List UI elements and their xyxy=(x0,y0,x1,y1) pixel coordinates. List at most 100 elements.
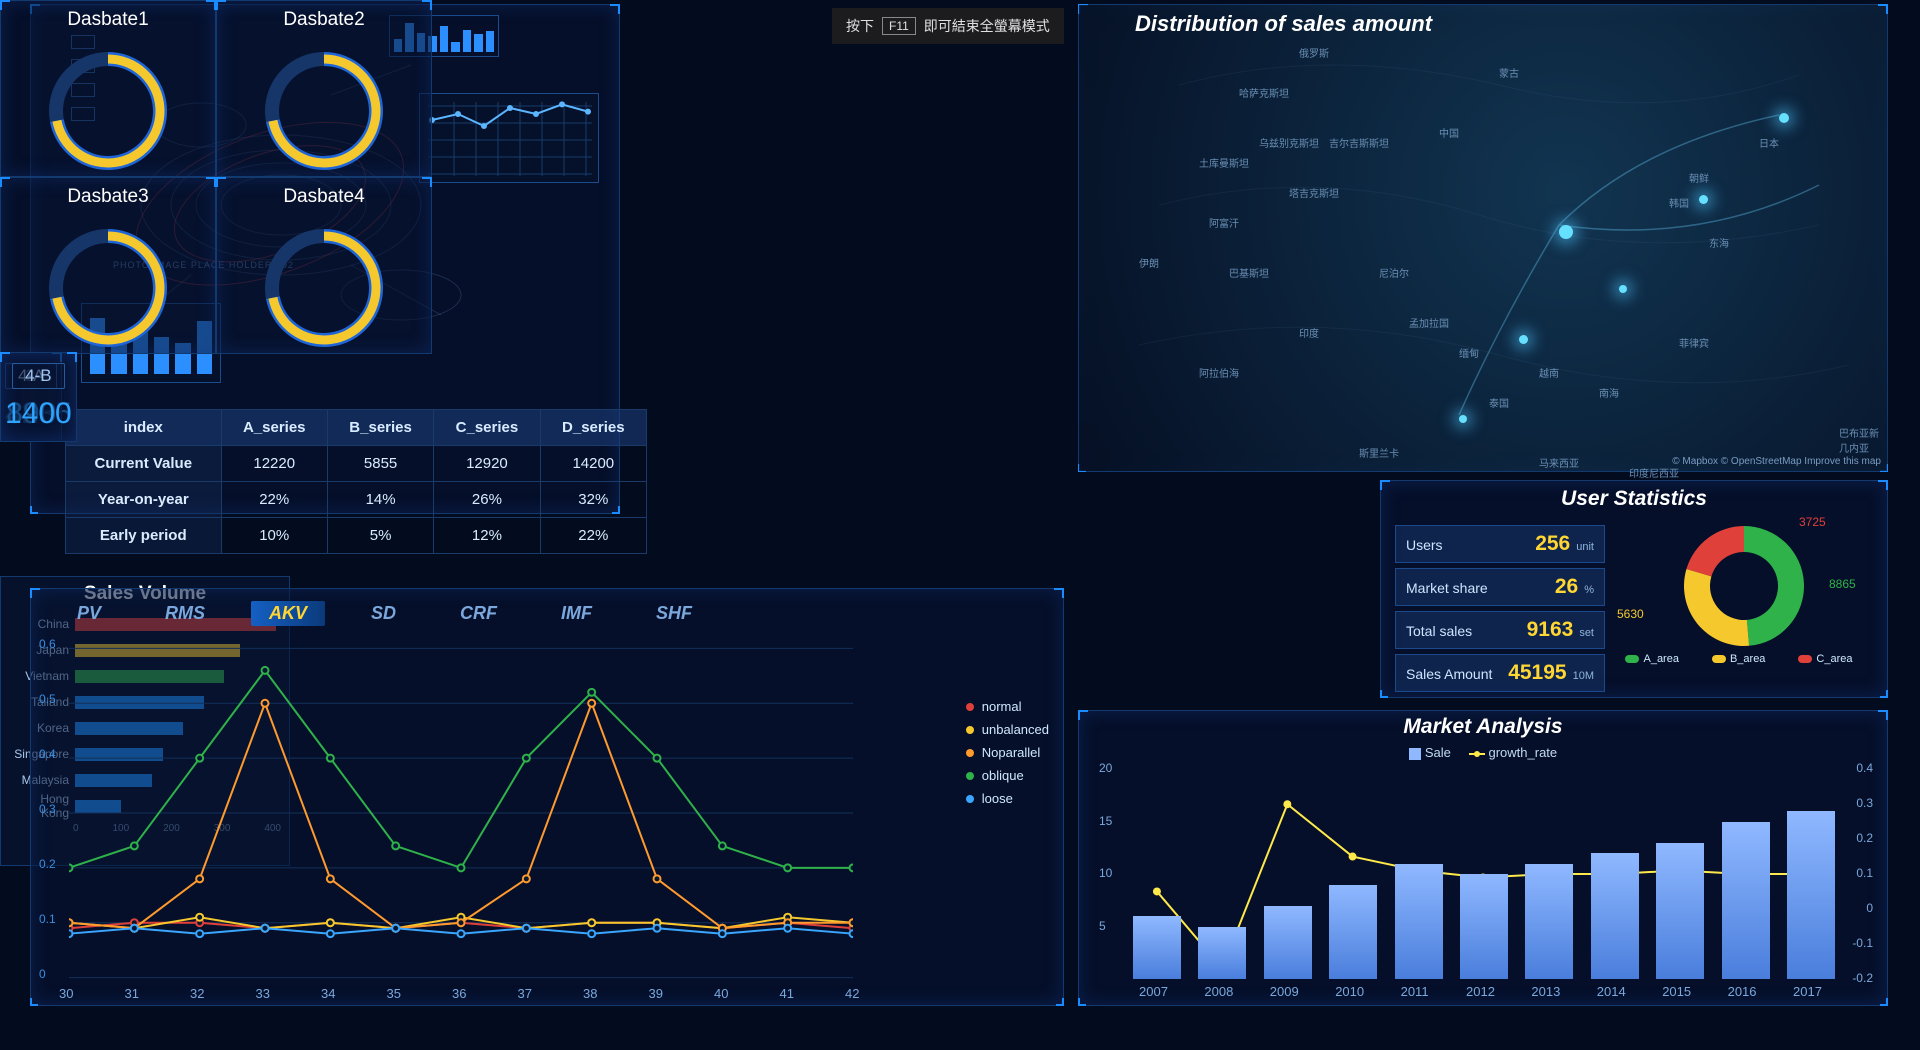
market-bar xyxy=(1198,927,1246,980)
map-region-label: 韩国 xyxy=(1669,195,1689,210)
map-region-label: 蒙古 xyxy=(1499,65,1519,80)
legend-item: unbalanced xyxy=(966,722,1049,737)
map-region-label: 俄罗斯 xyxy=(1299,45,1329,60)
map-region-label: 东海 xyxy=(1709,235,1729,250)
stat-unit: 10M xyxy=(1573,670,1594,682)
tip-pre: 按下 xyxy=(846,16,874,36)
stat-value: 45195 xyxy=(1508,661,1566,685)
stat-unit: % xyxy=(1584,584,1594,596)
col-header: C_series xyxy=(434,410,540,446)
f11-key: F11 xyxy=(882,17,916,35)
map-region-label: 斯里兰卡 xyxy=(1359,445,1399,460)
col-header: A_series xyxy=(221,410,327,446)
gauge-2: Dasbate2 xyxy=(216,0,432,177)
gauge-title: Dasbate2 xyxy=(217,9,431,31)
map-region-label: 中国 xyxy=(1439,125,1459,140)
tab-rms[interactable]: RMS xyxy=(147,601,223,626)
stat-label: Users xyxy=(1406,537,1535,553)
market-analysis-panel: Market Analysis Sale growth_rate 2007200… xyxy=(1078,710,1888,1006)
donut-legend-item: B_area xyxy=(1712,653,1765,665)
legend-growth: growth_rate xyxy=(1489,745,1558,760)
table-row: Current Value1222058551292014200 xyxy=(66,446,647,482)
map-region-label: 巴基斯坦 xyxy=(1229,265,1269,280)
tab-sd[interactable]: SD xyxy=(353,601,414,626)
legend-sale: Sale xyxy=(1425,745,1451,760)
map-region-label: 孟加拉国 xyxy=(1409,315,1449,330)
market-bar xyxy=(1460,874,1508,979)
gauge-1: Dasbate1 xyxy=(0,0,216,177)
map-panel[interactable]: Distribution of sales amount © Mapbox © … xyxy=(1078,4,1888,472)
map-region-label: 乌兹别克斯坦 xyxy=(1259,135,1319,150)
chart-tabs: PV RMS AKV SD CRF IMF SHF xyxy=(31,589,1063,638)
legend-item: normal xyxy=(966,699,1049,714)
map-canvas[interactable] xyxy=(1079,5,1887,471)
market-title: Market Analysis xyxy=(1079,711,1887,743)
tab-shf[interactable]: SHF xyxy=(638,601,710,626)
gauge-grid: Dasbate1 Dasbate2 Dasbate3 Dasbate4 xyxy=(0,0,432,352)
fullscreen-exit-tip: 按下 F11 即可結束全螢幕模式 xyxy=(832,8,1064,44)
map-region-label: 塔吉克斯坦 xyxy=(1289,185,1339,200)
kpi-label: 4-B xyxy=(12,363,64,389)
tab-crf[interactable]: CRF xyxy=(442,601,515,626)
gauge-title: Dasbate3 xyxy=(1,186,215,208)
map-region-label: 朝鲜 xyxy=(1689,170,1709,185)
market-bar xyxy=(1133,916,1181,979)
tab-imf[interactable]: IMF xyxy=(543,601,610,626)
donut-legend-item: A_area xyxy=(1625,653,1678,665)
market-bar xyxy=(1329,885,1377,980)
map-attribution: © Mapbox © OpenStreetMap Improve this ma… xyxy=(1672,456,1881,467)
gauge-title: Dasbate4 xyxy=(217,186,431,208)
map-region-label: 吉尔吉斯斯坦 xyxy=(1329,135,1389,150)
col-header: D_series xyxy=(540,410,646,446)
gauge-4: Dasbate4 xyxy=(216,177,432,354)
market-bar xyxy=(1591,853,1639,979)
market-bar xyxy=(1722,822,1770,980)
map-title: Distribution of sales amount xyxy=(1135,11,1432,37)
multi-line-legend: normal unbalanced Noparallel oblique loose xyxy=(966,699,1049,814)
map-region-label: 菲律宾 xyxy=(1679,335,1709,350)
map-region-label: 日本 xyxy=(1759,135,1779,150)
legend-item: oblique xyxy=(966,768,1049,783)
map-region-label: 巴布亚新几内亚 xyxy=(1839,425,1887,455)
donut-legend-item: C_area xyxy=(1798,653,1852,665)
gauge-title: Dasbate1 xyxy=(1,9,215,31)
map-region-label: 阿富汗 xyxy=(1209,215,1239,230)
stat-row: Users256 unit xyxy=(1395,525,1605,563)
map-region-label: 阿拉伯海 xyxy=(1199,365,1239,380)
mini-line-chart xyxy=(419,93,599,183)
market-chart: 2007200820092010201120122013201420152016… xyxy=(1133,769,1833,979)
stat-value: 256 xyxy=(1535,532,1570,556)
stat-row: Total sales9163 set xyxy=(1395,611,1605,649)
kpi-value: 1400 xyxy=(5,397,72,431)
map-region-label: 马来西亚 xyxy=(1539,455,1579,470)
stat-unit: unit xyxy=(1576,541,1594,553)
market-bar xyxy=(1656,843,1704,980)
market-bar xyxy=(1264,906,1312,980)
map-region-label: 伊朗 xyxy=(1139,255,1159,270)
map-region-label: 印度尼西亚 xyxy=(1629,465,1679,480)
kpi-4-B: 4-B 1400 xyxy=(0,352,77,442)
legend-item: Noparallel xyxy=(966,745,1049,760)
market-bar xyxy=(1525,864,1573,980)
legend-item: loose xyxy=(966,791,1049,806)
stat-label: Sales Amount xyxy=(1406,666,1508,682)
user-stats-donut: 886556303725 A_areaB_areaC_area xyxy=(1609,517,1869,667)
tab-pv[interactable]: PV xyxy=(59,601,119,626)
stat-unit: set xyxy=(1579,627,1594,639)
stat-label: Market share xyxy=(1406,580,1555,596)
tip-post: 即可結束全螢幕模式 xyxy=(924,16,1050,36)
table-row: Year-on-year22%14%26%32% xyxy=(66,482,647,518)
table-row: Early period10%5%12%22% xyxy=(66,518,647,554)
donut-value-label: 8865 xyxy=(1829,577,1856,591)
map-region-label: 印度 xyxy=(1299,325,1319,340)
market-bar xyxy=(1787,811,1835,979)
donut-value-label: 5630 xyxy=(1617,607,1644,621)
stat-label: Total sales xyxy=(1406,623,1527,639)
map-region-label: 哈萨克斯坦 xyxy=(1239,85,1289,100)
stat-value: 9163 xyxy=(1527,618,1574,642)
stat-value: 26 xyxy=(1555,575,1578,599)
tab-akv[interactable]: AKV xyxy=(251,601,325,626)
series-table: indexA_seriesB_seriesC_seriesD_series Cu… xyxy=(65,409,647,554)
col-header: index xyxy=(66,410,222,446)
map-region-label: 越南 xyxy=(1539,365,1559,380)
